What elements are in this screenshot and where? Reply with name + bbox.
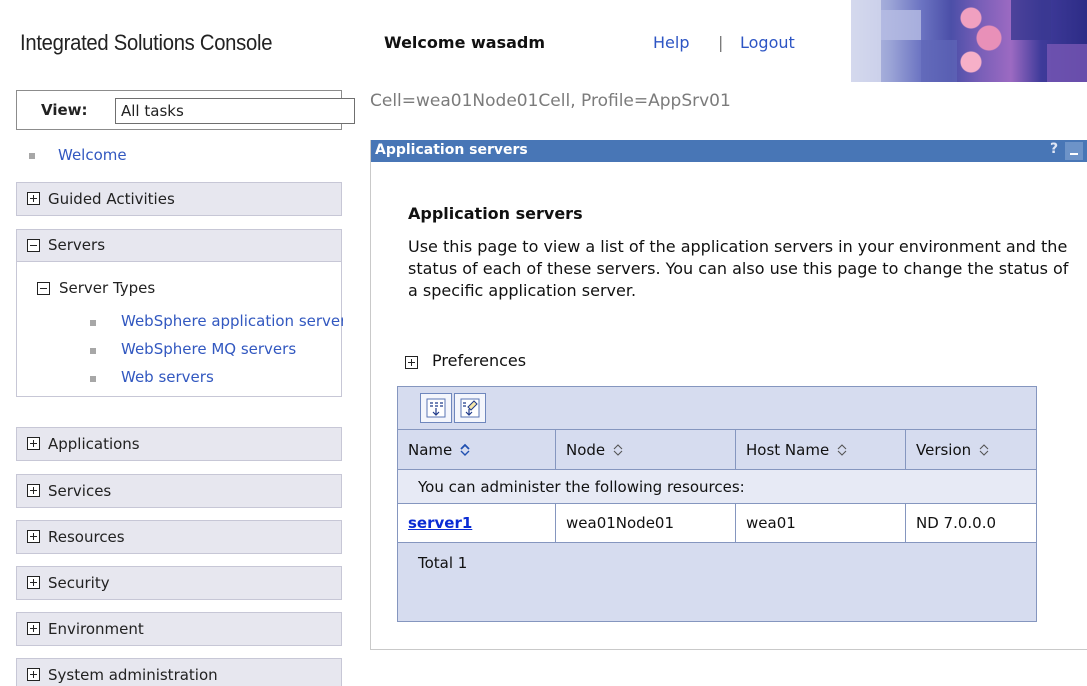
clip-websphere-app: WebSphere application servers: [121, 312, 343, 334]
minus-box-icon: [27, 239, 40, 252]
help-link[interactable]: Help: [653, 33, 689, 52]
nav-welcome-link[interactable]: Welcome: [58, 146, 127, 164]
bullet-icon: [90, 376, 96, 382]
plus-box-icon: [27, 484, 40, 497]
table-row: server1 wea01Node01 wea01 ND 7.0.0.0: [398, 503, 1036, 542]
sort-icon: [460, 443, 470, 456]
banner-separator: |: [718, 33, 724, 52]
nav-category-system-administration[interactable]: System administration: [16, 658, 342, 686]
table-message-row: You can administer the following resourc…: [398, 469, 1036, 503]
column-header-host-name[interactable]: Host Name: [736, 429, 906, 469]
cell-name: server1: [398, 503, 556, 542]
sort-icon: [837, 443, 847, 456]
deselect-all-button[interactable]: [454, 393, 486, 423]
column-header-name[interactable]: Name: [398, 429, 556, 469]
view-select[interactable]: All tasks: [115, 98, 355, 124]
view-filter: View: All tasks: [16, 90, 355, 130]
banner: Integrated Solutions Console Welcome was…: [0, 0, 1087, 86]
nav-category-label: Guided Activities: [48, 190, 175, 208]
page-title: Application servers: [408, 204, 583, 223]
server-name-link[interactable]: server1: [408, 514, 472, 532]
column-header-label: Host Name: [746, 440, 830, 459]
nav-category-servers-expanded: Servers Server Types WebSphere applicati…: [16, 229, 343, 397]
select-all-icon: [426, 398, 446, 418]
nav-category-label: Applications: [48, 435, 140, 453]
nav-category-guided-activities[interactable]: Guided Activities: [16, 182, 342, 216]
breadcrumb: Cell=wea01Node01Cell, Profile=AppSrv01: [370, 91, 731, 111]
help-icon[interactable]: ?: [1046, 141, 1062, 161]
clip-websphere-mq: WebSphere MQ servers: [121, 340, 343, 362]
cell-version: ND 7.0.0.0: [906, 503, 1036, 542]
nav-category-applications[interactable]: Applications: [16, 427, 342, 461]
nav-category-servers[interactable]: Servers: [17, 230, 341, 262]
nav-category-label: Security: [48, 574, 110, 592]
deselect-all-icon: [460, 398, 480, 418]
view-label: View:: [41, 101, 88, 119]
nav-category-label: Servers: [48, 236, 106, 254]
nav-category-label: Services: [48, 482, 112, 500]
sort-icon: [979, 443, 989, 456]
minus-box-icon[interactable]: [37, 282, 50, 295]
console-title: Integrated Solutions Console: [20, 30, 273, 55]
table-header-row: Name Node Host Name Version: [398, 429, 1036, 469]
select-all-button[interactable]: [420, 393, 452, 423]
column-header-version[interactable]: Version: [906, 429, 1036, 469]
table-total-row: Total 1: [398, 542, 1036, 582]
nav-category-label: System administration: [48, 666, 218, 684]
nav-link-websphere-application-servers[interactable]: WebSphere application servers: [121, 312, 343, 330]
servers-table: Name Node Host Name Version You can admi…: [397, 386, 1037, 622]
plus-box-icon: [27, 437, 40, 450]
banner-logo-art: [851, 0, 1087, 82]
welcome-user: Welcome wasadm: [384, 33, 546, 52]
nav-server-types-label[interactable]: Server Types: [59, 279, 155, 297]
nav-link-websphere-mq-servers[interactable]: WebSphere MQ servers: [121, 340, 296, 358]
cell-host-name: wea01: [736, 503, 906, 542]
minimize-icon[interactable]: [1065, 142, 1083, 160]
column-header-node[interactable]: Node: [556, 429, 736, 469]
column-header-label: Name: [408, 440, 453, 459]
navigation-tree: View: All tasks Welcome Guided Activitie…: [16, 90, 355, 686]
column-header-label: Node: [566, 440, 606, 459]
plus-box-icon: [27, 668, 40, 681]
preferences-toggle[interactable]: Preferences: [432, 351, 526, 370]
bullet-icon: [90, 320, 96, 326]
plus-box-icon: [27, 192, 40, 205]
nav-category-resources[interactable]: Resources: [16, 520, 342, 554]
nav-category-label: Environment: [48, 620, 144, 638]
logout-link[interactable]: Logout: [740, 33, 795, 52]
plus-box-icon[interactable]: [405, 356, 418, 369]
portlet-title: Application servers: [375, 142, 528, 158]
bullet-icon: [29, 153, 35, 159]
column-header-label: Version: [916, 440, 972, 459]
sort-icon: [613, 443, 623, 456]
nav-category-services[interactable]: Services: [16, 474, 342, 508]
page-description: Use this page to view a list of the appl…: [408, 237, 1069, 300]
plus-box-icon: [27, 576, 40, 589]
bullet-icon: [90, 348, 96, 354]
plus-box-icon: [27, 622, 40, 635]
plus-box-icon: [27, 530, 40, 543]
nav-category-environment[interactable]: Environment: [16, 612, 342, 646]
nav-category-security[interactable]: Security: [16, 566, 342, 600]
cell-node: wea01Node01: [556, 503, 736, 542]
nav-link-web-servers[interactable]: Web servers: [121, 368, 214, 386]
portlet-title-bar: Application servers ?: [371, 140, 1087, 162]
nav-category-label: Resources: [48, 528, 125, 546]
application-servers-portlet: Application servers ? Application server…: [370, 140, 1087, 650]
